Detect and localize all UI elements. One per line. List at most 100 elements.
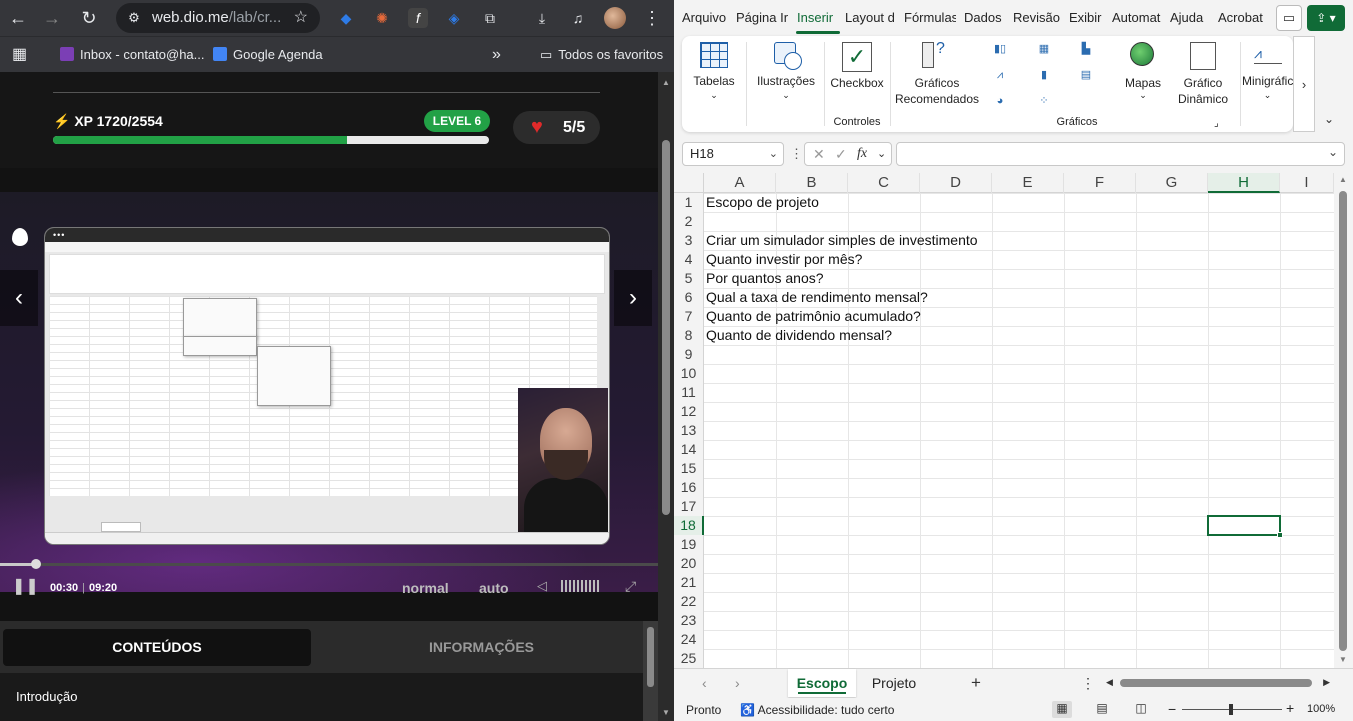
extensions-puzzle-icon[interactable]: ⧉ <box>480 8 500 28</box>
horizontal-scrollbar-thumb[interactable] <box>1120 679 1312 687</box>
scroll-right-icon[interactable]: ▶ <box>1323 677 1330 688</box>
enter-icon[interactable]: ✓ <box>835 143 847 165</box>
reload-icon[interactable]: ↻ <box>77 6 101 30</box>
vertical-scrollbar-thumb[interactable] <box>1339 191 1347 651</box>
row-header[interactable]: 17 <box>674 497 704 516</box>
column-header[interactable]: G <box>1136 173 1208 193</box>
row-header[interactable]: 12 <box>674 402 704 421</box>
tab-conteudos[interactable]: CONTEÚDOS <box>3 629 311 666</box>
video-progress-bar[interactable] <box>0 559 658 569</box>
scatter-chart-icon[interactable]: ⁘ <box>1036 94 1052 108</box>
extension-pinwheel-icon[interactable]: ✺ <box>372 8 392 28</box>
row-header[interactable]: 11 <box>674 383 704 402</box>
zoom-level[interactable]: 100% <box>1307 703 1335 715</box>
quality-button[interactable]: auto <box>479 580 509 596</box>
ribbon-scroll-right-icon[interactable]: › <box>1293 36 1315 132</box>
column-header[interactable]: B <box>776 173 848 193</box>
row-header[interactable]: 3 <box>674 231 704 250</box>
expand-formula-bar-icon[interactable]: ⌄ <box>1328 145 1338 159</box>
menu-dados[interactable]: Dados <box>964 10 1002 25</box>
media-control-icon[interactable]: ♫ <box>568 8 588 28</box>
ribbon-collapse-icon[interactable]: ⌄ <box>1324 112 1334 126</box>
scroll-down-icon[interactable]: ▼ <box>1339 655 1347 664</box>
volume-slider[interactable] <box>561 580 601 592</box>
column-header[interactable]: I <box>1280 173 1334 193</box>
formula-input[interactable]: ⌄ <box>896 142 1345 166</box>
row-header[interactable]: 9 <box>674 345 704 364</box>
cell-text[interactable]: Criar um simulador simples de investimen… <box>706 231 978 250</box>
dialog-launcher-icon[interactable]: ⌟ <box>1214 118 1219 129</box>
select-all-corner[interactable] <box>674 173 704 193</box>
row-header[interactable]: 1 <box>674 193 704 212</box>
column-header[interactable]: A <box>704 173 776 193</box>
row-header[interactable]: 8 <box>674 326 704 345</box>
horizontal-scrollbar[interactable]: ◀ ▶ <box>1106 677 1330 689</box>
scroll-up-icon[interactable]: ▲ <box>1339 175 1347 184</box>
extension-formula-icon[interactable]: f <box>408 8 428 28</box>
ribbon-illustrations-button[interactable]: Ilustrações ⌄ <box>748 36 824 132</box>
sheet-tab-escopo[interactable]: Escopo <box>788 669 856 697</box>
tab-informacoes[interactable]: INFORMAÇÕES <box>320 629 643 666</box>
row-header[interactable]: 7 <box>674 307 704 326</box>
column-chart-icon[interactable]: ▮▯ <box>992 42 1008 56</box>
scroll-left-icon[interactable]: ◀ <box>1106 677 1113 688</box>
video-progress-knob[interactable] <box>30 559 41 569</box>
line-chart-icon[interactable]: ⩘ <box>992 68 1008 82</box>
row-header[interactable]: 25 <box>674 649 704 668</box>
fill-handle[interactable] <box>1277 532 1283 538</box>
add-sheet-button[interactable]: + <box>971 673 981 693</box>
vertical-scrollbar[interactable]: ▲ ▼ <box>1334 173 1353 668</box>
cell-text[interactable]: Escopo de projeto <box>706 193 819 212</box>
ribbon-tables-button[interactable]: Tabelas ⌄ <box>682 36 746 132</box>
menu-pagina-inicial[interactable]: Página Ir <box>736 10 788 25</box>
menu-revisao[interactable]: Revisão <box>1013 10 1060 25</box>
statistic-chart-icon[interactable]: ▮ <box>1036 68 1052 82</box>
row-header[interactable]: 4 <box>674 250 704 269</box>
ribbon-pivot-chart-button[interactable]: Gráfico Dinâmico <box>1170 36 1236 132</box>
hierarchy-chart-icon[interactable]: ▦ <box>1036 42 1052 56</box>
row-header[interactable]: 5 <box>674 269 704 288</box>
normal-view-icon[interactable]: ▦ <box>1052 701 1072 718</box>
ribbon-recommended-charts-button[interactable]: ? Gráficos Recomendados <box>892 36 982 132</box>
menu-formulas[interactable]: Fórmulas <box>904 10 956 25</box>
waterfall-chart-icon[interactable]: ▙ <box>1078 42 1094 56</box>
cell-text[interactable]: Quanto de patrimônio acumulado? <box>706 307 921 326</box>
menu-layout[interactable]: Layout d <box>845 10 895 25</box>
row-header[interactable]: 23 <box>674 611 704 630</box>
scroll-down-icon[interactable]: ▼ <box>662 708 670 717</box>
menu-arquivo[interactable]: Arquivo <box>682 10 726 25</box>
column-header[interactable]: D <box>920 173 992 193</box>
more-bookmarks-button[interactable]: » <box>492 45 501 65</box>
row-header[interactable]: 13 <box>674 421 704 440</box>
page-scrollbar[interactable]: ▲ ▼ <box>658 72 674 721</box>
column-header[interactable]: C <box>848 173 920 193</box>
insert-function-icon[interactable]: fx <box>857 143 867 165</box>
bookmark-star-icon[interactable]: ☆ <box>294 3 308 33</box>
cancel-icon[interactable]: ✕ <box>813 143 825 165</box>
row-header[interactable]: 2 <box>674 212 704 231</box>
browser-menu-icon[interactable]: ⋮ <box>640 6 664 30</box>
playback-speed-button[interactable]: normal <box>402 580 449 596</box>
all-favorites-folder[interactable]: ▭ Todos os favoritos <box>540 45 663 65</box>
sheet-tab-projeto[interactable]: Projeto <box>860 669 928 697</box>
back-icon[interactable]: ← <box>6 6 30 30</box>
row-header[interactable]: 19 <box>674 535 704 554</box>
content-scrollbar[interactable] <box>643 621 658 721</box>
video-player[interactable]: ‹ › ••• <box>0 192 658 592</box>
menu-acrobat[interactable]: Acrobat <box>1218 10 1263 25</box>
cell-text[interactable]: Qual a taxa de rendimento mensal? <box>706 288 928 307</box>
extension-download-icon[interactable]: ◆ <box>336 8 356 28</box>
menu-automatizar[interactable]: Automat <box>1112 10 1160 25</box>
zoom-out-icon[interactable]: − <box>1168 701 1176 717</box>
row-header[interactable]: 20 <box>674 554 704 573</box>
cell-text[interactable]: Quanto investir por mês? <box>706 250 862 269</box>
scroll-up-icon[interactable]: ▲ <box>662 78 670 87</box>
bookmark-inbox[interactable]: Inbox - contato@ha... <box>60 45 205 65</box>
row-header[interactable]: 10 <box>674 364 704 383</box>
row-header[interactable]: 24 <box>674 630 704 649</box>
zoom-slider-knob[interactable] <box>1229 704 1233 715</box>
page-layout-view-icon[interactable]: ▤ <box>1092 701 1112 718</box>
share-button[interactable]: ⇪ ▾ <box>1307 5 1345 31</box>
pie-chart-icon[interactable]: ◕ <box>992 94 1008 108</box>
pause-icon[interactable]: ❚❚ <box>12 576 39 596</box>
